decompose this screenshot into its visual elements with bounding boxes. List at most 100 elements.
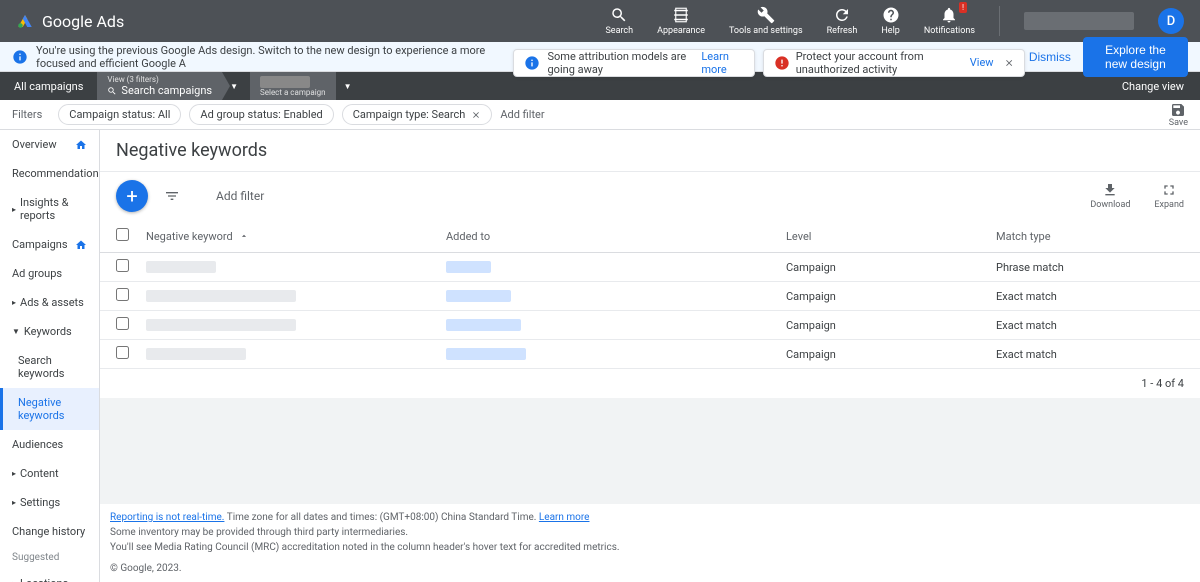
row-checkbox[interactable] — [116, 259, 129, 272]
table-row[interactable]: CampaignExact match — [100, 282, 1200, 311]
logo[interactable]: Google Ads — [16, 12, 124, 31]
pagination-label: 1 - 4 of 4 — [100, 369, 1200, 398]
change-view-button[interactable]: Change view — [1106, 80, 1200, 93]
learn-more-link[interactable]: Learn more — [701, 50, 743, 76]
breadcrumb-search-campaigns[interactable]: View (3 filters) Search campaigns — [97, 72, 222, 100]
sidebar-item[interactable]: Campaigns — [0, 230, 99, 259]
breadcrumb-campaign[interactable]: Select a campaign — [250, 72, 336, 100]
save-button[interactable]: Save — [1169, 102, 1188, 128]
account-selector[interactable] — [1024, 12, 1134, 30]
view-link[interactable]: View — [970, 56, 994, 69]
home-icon — [75, 239, 87, 251]
footer-disclaimer: Reporting is not real-time. Time zone fo… — [100, 504, 1200, 582]
suggested-header: Suggested — [0, 546, 99, 569]
table-row[interactable]: CampaignExact match — [100, 311, 1200, 340]
filter-chip[interactable]: Campaign status: All — [58, 104, 181, 125]
sidebar-item[interactable]: Negative keywords — [0, 388, 99, 430]
filter-icon[interactable] — [164, 188, 180, 204]
table-header-row: Negative keyword Added to Level Match ty… — [100, 220, 1200, 253]
search-icon — [610, 6, 628, 24]
level-cell: Campaign — [786, 348, 996, 361]
added-to-cell — [446, 348, 526, 360]
row-checkbox[interactable] — [116, 317, 129, 330]
sidebar-item[interactable]: ▸Content — [0, 459, 99, 488]
chevron-down-icon[interactable]: ▼ — [230, 82, 238, 91]
expand-button[interactable]: Expand — [1154, 182, 1184, 210]
table-row[interactable]: CampaignExact match — [100, 340, 1200, 369]
sidebar-item[interactable]: Overview — [0, 130, 99, 159]
col-level-header[interactable]: Level — [786, 230, 996, 243]
help-icon — [882, 6, 900, 24]
close-icon[interactable] — [1004, 56, 1014, 70]
col-added-header[interactable]: Added to — [446, 230, 786, 243]
download-button[interactable]: Download — [1090, 182, 1130, 210]
top-header: Google Ads Search Appearance Tools and s… — [0, 0, 1200, 42]
info-icon — [524, 55, 540, 71]
sidebar-item[interactable]: ▸Insights & reports — [0, 188, 99, 230]
appearance-button[interactable]: Appearance — [657, 6, 705, 36]
added-to-cell — [446, 319, 521, 331]
match-type-cell: Exact match — [996, 290, 1184, 303]
sidebar-item[interactable]: ▼Keywords — [0, 317, 99, 346]
dismiss-button[interactable]: Dismiss — [1029, 50, 1071, 64]
sidebar-item[interactable]: Ad groups — [0, 259, 99, 288]
avatar[interactable]: D — [1158, 8, 1184, 34]
reporting-link[interactable]: Reporting is not real-time. — [110, 512, 224, 523]
sidebar-item[interactable]: Change history — [0, 517, 99, 546]
warning-icon — [774, 55, 790, 71]
level-cell: Campaign — [786, 319, 996, 332]
keyword-cell — [146, 290, 296, 302]
notification-badge: ! — [959, 2, 967, 13]
search-button[interactable]: Search — [605, 6, 633, 36]
divider — [999, 6, 1000, 36]
col-match-header[interactable]: Match type — [996, 230, 1184, 243]
table-toolbar: + Add filter Download Expand — [100, 171, 1200, 220]
row-checkbox[interactable] — [116, 288, 129, 301]
match-type-cell: Exact match — [996, 348, 1184, 361]
home-icon — [75, 139, 87, 151]
info-banner: You're using the previous Google Ads des… — [0, 42, 1200, 72]
sidebar-item[interactable]: ▸Locations — [0, 569, 99, 582]
level-cell: Campaign — [786, 290, 996, 303]
all-campaigns-link[interactable]: All campaigns — [0, 72, 97, 100]
level-cell: Campaign — [786, 261, 996, 274]
sort-ascending-icon[interactable] — [239, 231, 249, 241]
sidebar-item[interactable]: Search keywords — [0, 346, 99, 388]
header-actions: Search Appearance Tools and settings Ref… — [605, 6, 1184, 36]
filter-chip[interactable]: Campaign type: Search — [342, 104, 493, 125]
select-all-checkbox[interactable] — [116, 228, 129, 241]
sidebar-item[interactable]: ▸Ads & assets — [0, 288, 99, 317]
added-to-cell — [446, 261, 491, 273]
notifications-button[interactable]: ! Notifications — [924, 6, 975, 36]
help-button[interactable]: Help — [881, 6, 899, 36]
learn-more-link[interactable]: Learn more — [539, 512, 590, 523]
col-keyword-header[interactable]: Negative keyword — [146, 230, 233, 243]
page-title: Negative keywords — [100, 130, 1200, 171]
match-type-cell: Exact match — [996, 319, 1184, 332]
sidebar: OverviewRecommendations▸Insights & repor… — [0, 130, 100, 582]
refresh-button[interactable]: Refresh — [827, 6, 858, 36]
filters-bar: Filters Campaign status: AllAd group sta… — [0, 100, 1200, 130]
security-alert-chip: Protect your account from unauthorized a… — [763, 49, 1025, 77]
add-filter-button[interactable]: Add filter — [500, 108, 544, 121]
close-icon[interactable] — [471, 110, 481, 120]
sidebar-item[interactable]: ▸Settings — [0, 488, 99, 517]
tools-button[interactable]: Tools and settings — [729, 6, 803, 36]
attribution-alert-chip: Some attribution models are going away L… — [513, 49, 755, 77]
search-icon — [107, 86, 117, 96]
add-keyword-button[interactable]: + — [116, 180, 148, 212]
toolbar-add-filter[interactable]: Add filter — [216, 189, 264, 203]
row-checkbox[interactable] — [116, 346, 129, 359]
explore-design-button[interactable]: Explore the new design — [1083, 37, 1188, 77]
banner-message: You're using the previous Google Ads des… — [36, 44, 509, 70]
product-name: Google Ads — [42, 12, 124, 31]
bell-icon — [940, 6, 958, 24]
table-row[interactable]: CampaignPhrase match — [100, 253, 1200, 282]
chevron-down-icon[interactable]: ▼ — [344, 82, 352, 91]
keyword-cell — [146, 348, 246, 360]
filter-chip[interactable]: Ad group status: Enabled — [189, 104, 333, 125]
wrench-icon — [757, 6, 775, 24]
sidebar-item[interactable]: Recommendations — [0, 159, 99, 188]
sidebar-item[interactable]: Audiences — [0, 430, 99, 459]
info-icon — [12, 49, 28, 65]
